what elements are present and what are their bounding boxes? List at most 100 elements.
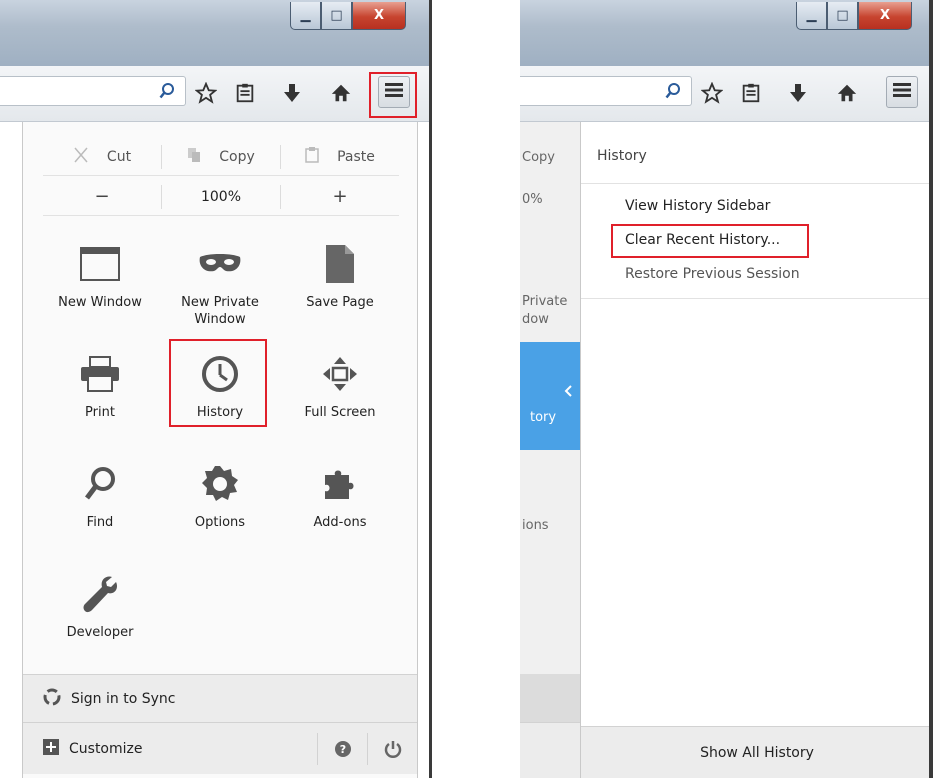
- plus-icon: [43, 738, 59, 759]
- ghost-private-line2: dow: [522, 312, 549, 327]
- print-button[interactable]: Print: [40, 342, 160, 442]
- sync-label: Sign in to Sync: [71, 690, 176, 707]
- url-bar[interactable]: [520, 76, 692, 106]
- paste-button[interactable]: Paste: [280, 144, 399, 169]
- ghost-private-line1: Private: [522, 294, 568, 309]
- home-icon[interactable]: [834, 80, 860, 106]
- history-highlight: [169, 339, 267, 427]
- chevron-left-icon: [564, 382, 572, 401]
- bookmarks-menu-icon[interactable]: [738, 80, 764, 106]
- page-icon: [325, 242, 355, 286]
- search-icon[interactable]: [665, 82, 681, 104]
- minimize-button[interactable]: ▁: [290, 2, 321, 30]
- magnifier-icon: [84, 462, 116, 506]
- print-label: Print: [85, 405, 115, 420]
- history-subview-title: History: [581, 122, 933, 184]
- cut-label: Cut: [106, 148, 132, 165]
- window-controls: ▁ □ X: [290, 2, 406, 30]
- ghost-options: ions: [522, 518, 549, 533]
- navigation-toolbar: [520, 66, 933, 122]
- download-icon[interactable]: [279, 80, 305, 106]
- options-button[interactable]: Options: [160, 452, 280, 552]
- options-label: Options: [194, 515, 246, 530]
- ghost-sync-bar: [520, 674, 582, 722]
- zoom-in-button[interactable]: +: [280, 184, 399, 209]
- window-edge: [929, 0, 933, 778]
- fullscreen-icon: [322, 352, 358, 396]
- add-ons-button[interactable]: Add-ons: [280, 452, 400, 552]
- add-ons-label: Add-ons: [313, 515, 367, 530]
- minimize-button[interactable]: ▁: [796, 2, 827, 30]
- ghost-zoom: 0%: [522, 192, 543, 207]
- save-page-label: Save Page: [306, 295, 374, 310]
- full-screen-button[interactable]: Full Screen: [280, 342, 400, 442]
- puzzle-icon: [321, 462, 359, 506]
- download-icon[interactable]: [785, 80, 811, 106]
- copy-button[interactable]: Copy: [161, 144, 280, 169]
- restore-previous-session-item[interactable]: Restore Previous Session: [625, 266, 800, 282]
- ghost-history: tory: [530, 410, 557, 425]
- copy-icon: [187, 147, 201, 167]
- history-subview: History View History Sidebar Clear Recen…: [580, 122, 933, 778]
- maximize-button[interactable]: □: [827, 2, 858, 30]
- customize-button[interactable]: Customize: [69, 741, 143, 757]
- zoom-out-button[interactable]: −: [43, 185, 161, 209]
- edit-controls: Cut Copy Paste: [43, 138, 399, 176]
- new-window-label: New Window: [58, 295, 142, 310]
- menu-button-highlight: [369, 72, 417, 118]
- bookmarks-menu-icon[interactable]: [232, 80, 258, 106]
- new-window-button[interactable]: New Window: [40, 232, 160, 332]
- title-bar: ▁ □ X: [520, 0, 933, 66]
- search-icon[interactable]: [159, 82, 175, 104]
- navigation-toolbar: [0, 66, 432, 122]
- bookmark-star-icon[interactable]: [699, 80, 725, 106]
- new-private-window-label: New Private Window: [181, 295, 259, 327]
- copy-label: Copy: [219, 148, 255, 165]
- zoom-reset-button[interactable]: 100%: [161, 184, 280, 209]
- new-private-window-button[interactable]: New Private Window: [160, 232, 280, 332]
- printer-icon: [80, 352, 120, 396]
- close-button[interactable]: X: [858, 2, 912, 30]
- wrench-icon: [82, 572, 118, 616]
- main-panel-ghost: Copy 0% Private dow tory ions: [520, 122, 582, 778]
- scissors-icon: [73, 146, 89, 168]
- ghost-customize-bar: [520, 722, 582, 778]
- home-icon[interactable]: [328, 80, 354, 106]
- developer-button[interactable]: Developer: [40, 562, 160, 662]
- firefox-history-subview: ▁ □ X Copy 0% Private dow tory ions Hist…: [520, 0, 933, 778]
- gear-icon: [201, 462, 239, 506]
- maximize-button[interactable]: □: [321, 2, 352, 30]
- bookmark-star-icon[interactable]: [193, 80, 219, 106]
- find-button[interactable]: Find: [40, 452, 160, 552]
- power-icon[interactable]: [367, 733, 417, 765]
- customize-bar: Customize ?: [23, 722, 417, 774]
- find-label: Find: [86, 515, 114, 530]
- menu-panel: Cut Copy Paste − 100% + New Window New P…: [22, 122, 418, 778]
- full-screen-label: Full Screen: [304, 405, 376, 420]
- url-bar[interactable]: [0, 76, 186, 106]
- help-icon[interactable]: ?: [317, 733, 367, 765]
- firefox-menu-left: ▁ □ X Cut Copy Paste − 100% + New Window…: [0, 0, 432, 778]
- cut-button[interactable]: Cut: [43, 145, 161, 169]
- developer-label: Developer: [66, 625, 134, 640]
- view-history-sidebar-item[interactable]: View History Sidebar: [625, 198, 770, 214]
- show-all-history-button[interactable]: Show All History: [581, 726, 933, 778]
- save-page-button[interactable]: Save Page: [280, 232, 400, 332]
- window-icon: [80, 242, 120, 286]
- window-edge: [429, 0, 432, 778]
- title-bar: ▁ □ X: [0, 0, 432, 66]
- window-controls: ▁ □ X: [796, 2, 912, 30]
- history-separator: [581, 298, 933, 299]
- ghost-copy: Copy: [522, 150, 555, 165]
- clipboard-icon: [305, 146, 319, 167]
- sign-in-to-sync-button[interactable]: Sign in to Sync: [23, 674, 417, 722]
- ghost-history-active[interactable]: tory: [520, 342, 582, 450]
- hamburger-icon: [893, 82, 911, 102]
- footer-icons: ?: [317, 733, 417, 765]
- close-button[interactable]: X: [352, 2, 406, 30]
- clear-recent-history-highlight: [611, 224, 809, 258]
- sync-icon: [43, 688, 61, 710]
- mask-icon: [198, 242, 242, 286]
- paste-label: Paste: [337, 148, 375, 165]
- menu-button[interactable]: [886, 76, 918, 108]
